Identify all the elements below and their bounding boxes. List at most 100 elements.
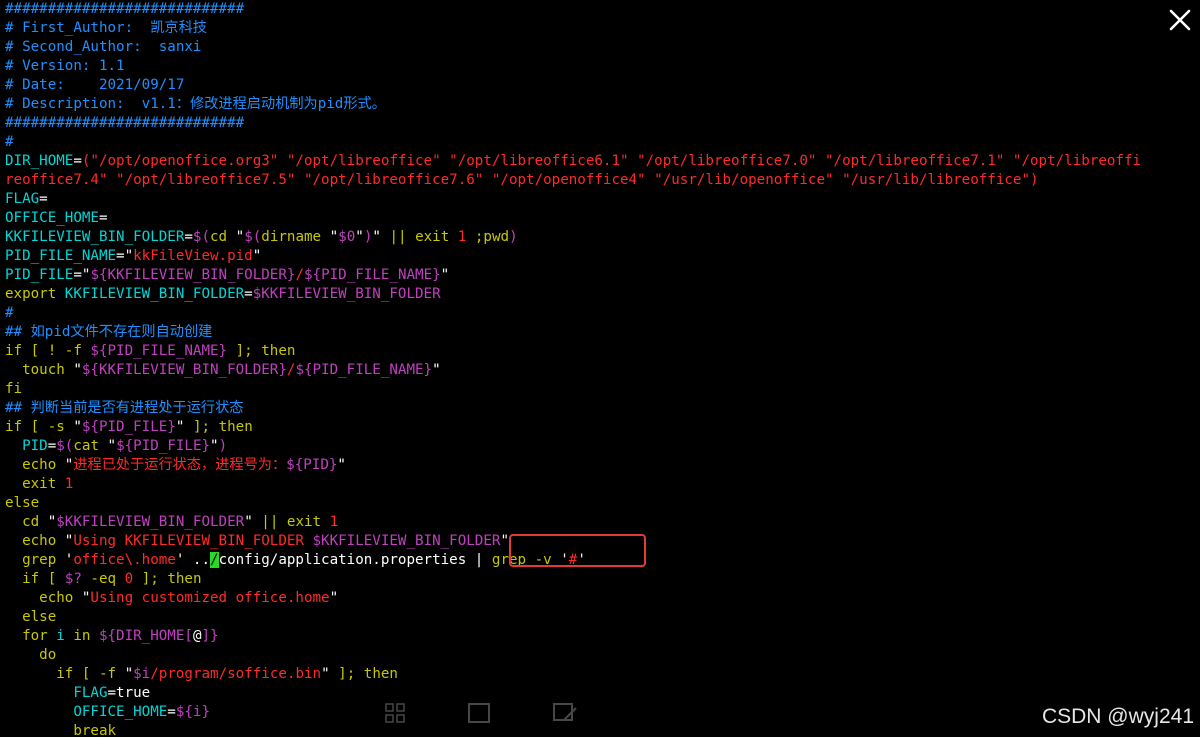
code-token: i	[56, 628, 65, 644]
code-token: 进程已处于运行状态，进程号为：	[73, 457, 287, 473]
code-line: ## 判断当前是否有进程处于运行状态	[5, 399, 1200, 418]
code-line: fi	[5, 380, 1200, 399]
code-token: echo	[5, 533, 65, 549]
code-token: )	[509, 229, 518, 245]
code-token: # Description: v1.1：修改进程启动机制为pid形式。	[5, 96, 386, 112]
code-token: ${i}	[175, 704, 211, 720]
code-token: )	[218, 438, 228, 454]
code-token: if [ ! -f	[5, 343, 91, 359]
code-line: OFFICE_HOME=	[5, 209, 1200, 228]
code-token: /	[295, 267, 304, 283]
code-token: ## 如pid文件不存在则自动创建	[5, 324, 213, 340]
code-token: ]; then	[184, 419, 253, 435]
code-token: -eq	[81, 571, 125, 587]
code-token: echo	[5, 457, 65, 473]
code-token: =	[107, 685, 117, 701]
terminal-code-view[interactable]: ############################ # First_Auth…	[5, 0, 1200, 737]
code-token: =	[184, 229, 193, 245]
code-token: PID_FILE	[5, 267, 74, 283]
code-line: ############################	[5, 0, 1200, 19]
code-line: # First_Author: 凯京科技	[5, 19, 1200, 38]
code-line: DIR_HOME=("/opt/openoffice.org3" "/opt/l…	[5, 152, 1200, 171]
code-token: do	[5, 647, 57, 663]
code-token: $0	[338, 229, 356, 245]
code-token: $(	[56, 438, 74, 454]
code-token: "	[124, 248, 134, 264]
code-token: reoffice7.4" "/opt/libreoffice7.5" "/opt…	[5, 172, 1039, 188]
code-line: OFFICE_HOME=${i}	[5, 703, 1200, 722]
code-token: in	[64, 628, 99, 644]
code-token: "	[235, 229, 245, 245]
code-token: #	[5, 305, 14, 321]
code-token: # Second_Author: sanxi	[5, 39, 202, 55]
code-token: "	[372, 229, 390, 245]
code-token: PID_FILE_NAME	[5, 248, 117, 264]
code-line: if [ $? -eq 0 ]; then	[5, 570, 1200, 589]
code-token: ;pwd	[466, 229, 510, 245]
code-token: =	[73, 153, 82, 169]
code-token: fi	[5, 381, 23, 397]
code-line: echo "进程已处于运行状态，进程号为：${PID}"	[5, 456, 1200, 475]
annotation-highlight-box	[509, 534, 646, 567]
code-token: =	[244, 286, 253, 302]
code-token: break	[5, 723, 117, 737]
code-token: ]; then	[227, 343, 296, 359]
code-line: PID_FILE= " ${KKFILEVIEW_BIN_FOLDER}/${PID…	[5, 266, 1200, 285]
code-token: # Date: 2021/09/17	[5, 77, 185, 93]
code-line: cd "$KKFILEVIEW_BIN_FOLDER" || exit 1	[5, 513, 1200, 532]
code-token: KKFILEVIEW_BIN_FOLDER	[5, 229, 185, 245]
code-token: true	[116, 685, 151, 701]
code-line: FLAG=true	[5, 684, 1200, 703]
code-token: 1	[64, 476, 74, 492]
code-token: ' ..	[175, 552, 211, 568]
code-token: =	[47, 438, 57, 454]
code-line: PID_FILE_NAME="kkFileView.pid"	[5, 247, 1200, 266]
code-line: PID=$(cat "${PID_FILE}")	[5, 437, 1200, 456]
code-token: ${PID}	[286, 457, 338, 473]
code-token: FLAG	[5, 685, 108, 701]
code-token: PID	[5, 438, 48, 454]
code-line: KKFILEVIEW_BIN_FOLDER=$(cd "$(dirname "$…	[5, 228, 1200, 247]
code-token: "	[440, 267, 450, 283]
fit-screen-icon[interactable]	[464, 698, 494, 728]
code-token: echo	[5, 590, 82, 606]
code-token: 1	[329, 514, 339, 530]
code-token: # First_Author: 凯京科技	[5, 20, 207, 36]
code-token: =	[116, 248, 125, 264]
code-token: ${PID_FILE}	[81, 419, 176, 435]
code-token: "	[244, 514, 253, 530]
code-token: touch	[5, 362, 74, 378]
code-line: for i in ${DIR_HOME[@]}	[5, 627, 1200, 646]
code-token: ${PID_FILE_NAME}	[90, 343, 228, 359]
code-token: "	[432, 362, 441, 378]
code-line: #	[5, 133, 1200, 152]
code-line: else	[5, 608, 1200, 627]
code-token: $KKFILEVIEW_BIN_FOLDER	[56, 514, 245, 530]
code-token: dirname	[261, 229, 330, 245]
code-token: ${DIR_HOME[	[98, 628, 193, 644]
code-token: cd	[210, 229, 236, 245]
code-token: ]}	[201, 628, 219, 644]
code-token: ############################	[5, 1, 245, 17]
code-token: "	[355, 229, 364, 245]
code-token: "	[210, 438, 219, 454]
code-line: ############################	[5, 114, 1200, 133]
code-token: $KKFILEVIEW_BIN_FOLDER	[252, 286, 441, 302]
code-token: FLAG	[5, 191, 40, 207]
code-token: $i	[133, 666, 151, 682]
close-button[interactable]	[1166, 6, 1194, 34]
code-token: "	[73, 419, 82, 435]
code-token: /program/soffice.bin	[150, 666, 322, 682]
code-token: if [ -s	[5, 419, 74, 435]
code-token: Using KKFILEVIEW_BIN_FOLDER	[73, 533, 313, 549]
code-token: Using customized office.home	[90, 590, 330, 606]
grid-icon[interactable]	[380, 698, 410, 728]
code-line: echo "Using customized office.home"	[5, 589, 1200, 608]
code-token: ]; then	[329, 666, 398, 682]
code-token: || exit	[389, 229, 458, 245]
code-token: ${PID_FILE}	[116, 438, 211, 454]
code-token: "	[500, 533, 509, 549]
edit-icon[interactable]	[550, 698, 580, 728]
code-line: if [ ! -f ${PID_FILE_NAME} ]; then	[5, 342, 1200, 361]
code-line: do	[5, 646, 1200, 665]
